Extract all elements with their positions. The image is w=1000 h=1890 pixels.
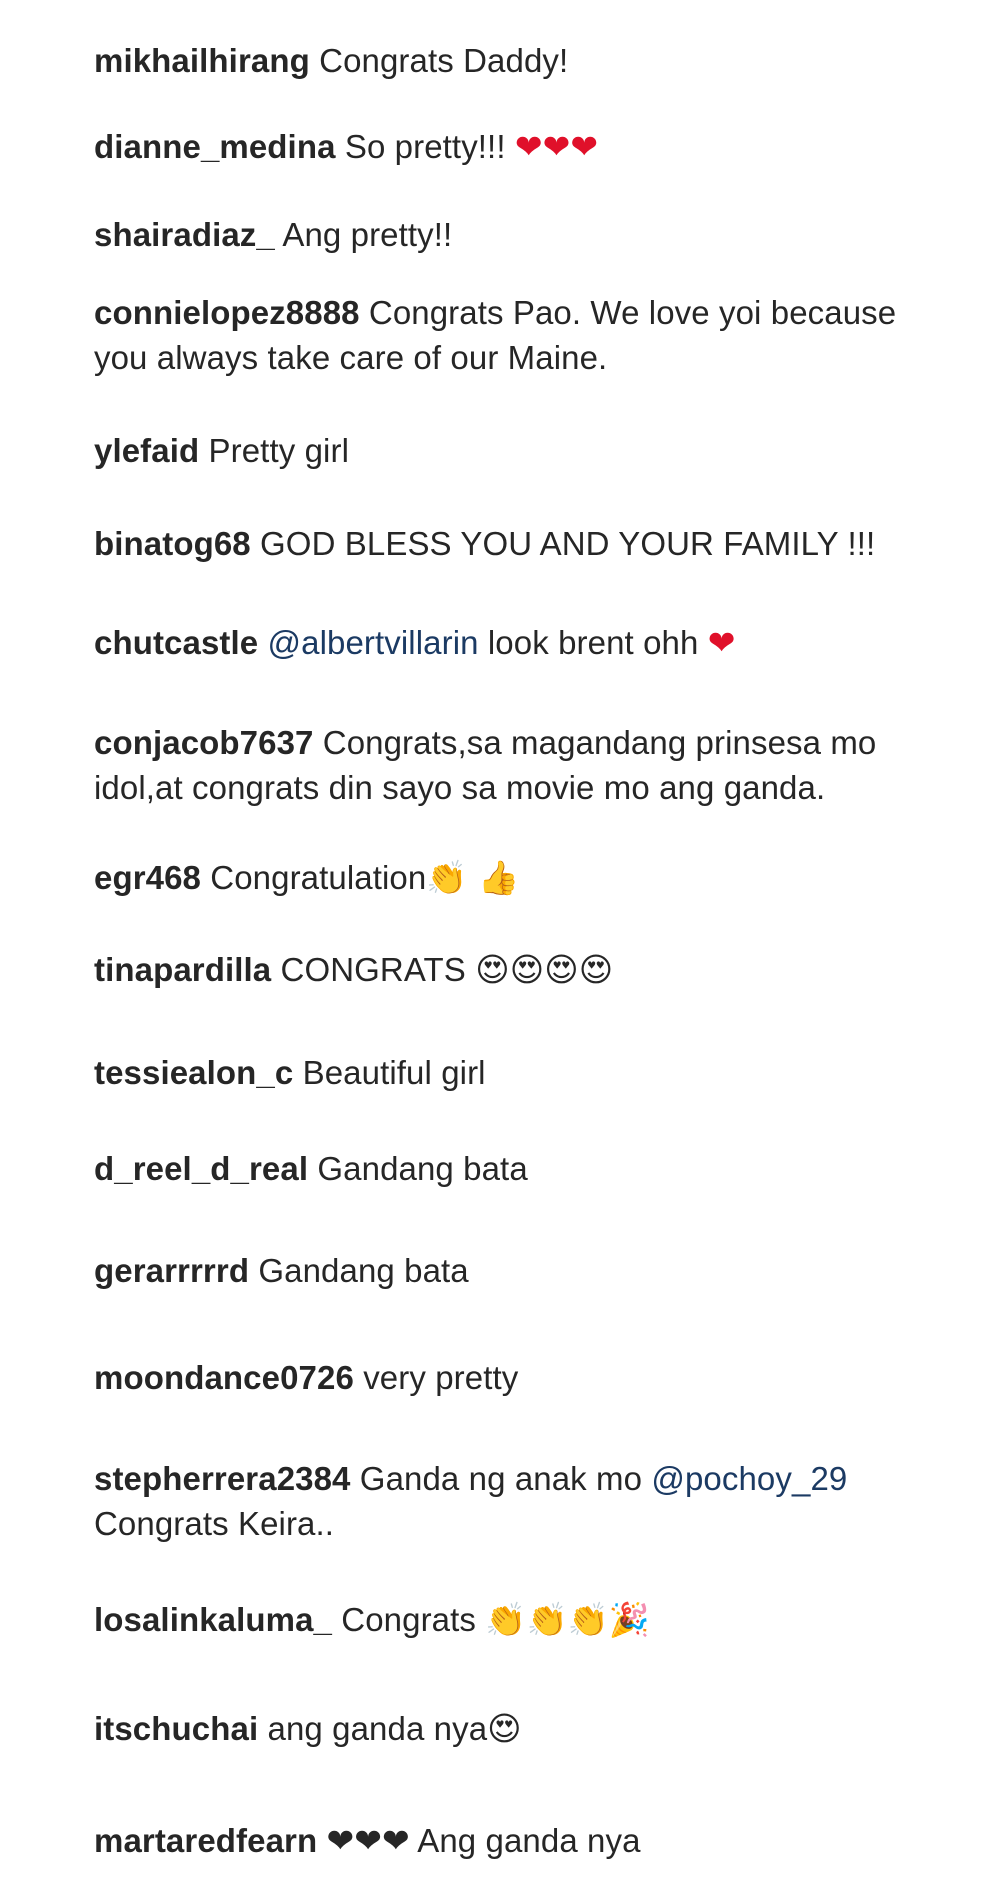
comment-username[interactable]: itschuchai (94, 1710, 258, 1747)
comment-text: Pretty girl (208, 432, 349, 469)
comment: shairadiaz_ Ang pretty!! (94, 212, 954, 257)
comment-username[interactable]: tessiealon_c (94, 1054, 293, 1091)
comment-username[interactable]: losalinkaluma_ (94, 1601, 332, 1638)
comment-text: So pretty!!! (344, 128, 506, 165)
clap-thumbs-up-emoji-icon: 👏 👍 (426, 858, 520, 897)
comment-text: Beautiful girl (302, 1054, 486, 1091)
comment-username[interactable]: binatog68 (94, 525, 251, 562)
comment-username[interactable]: connielopez8888 (94, 294, 360, 331)
comment-username[interactable]: conjacob7637 (94, 724, 313, 761)
comment-username[interactable]: egr468 (94, 859, 201, 896)
comment-text: CONGRATS (280, 951, 466, 988)
comment: egr468 Congratulation👏 👍 (94, 855, 954, 900)
comment-text: Gandang bata (317, 1150, 528, 1187)
comment-text: Congrats (341, 1601, 476, 1638)
mention-link[interactable]: @pochoy_29 (651, 1460, 847, 1497)
comment-username[interactable]: shairadiaz_ (94, 216, 275, 253)
comment: moondance0726 very pretty (94, 1355, 954, 1400)
comment-text: ang ganda nya (267, 1710, 488, 1747)
comment-text: Congratulation (210, 859, 427, 896)
comment-text: GOD BLESS YOU AND YOUR FAMILY !!! (260, 525, 876, 562)
comment-text: Ganda ng anak mo (359, 1460, 643, 1497)
comment: martaredfearn ❤❤❤ Ang ganda nya (94, 1818, 954, 1863)
comment: ylefaid Pretty girl (94, 428, 954, 473)
comment-username[interactable]: martaredfearn (94, 1822, 317, 1859)
clap-party-emoji-icon: 👏👏👏🎉 (485, 1600, 651, 1639)
heart-eyes-emoji-icon: 😍😍😍😍 (475, 950, 614, 989)
comment: tessiealon_c Beautiful girl (94, 1050, 954, 1095)
comment: d_reel_d_real Gandang bata (94, 1146, 954, 1191)
comment: stepherrera2384 Ganda ng anak mo @pochoy… (94, 1456, 954, 1546)
comments-list: mikhailhirang Congrats Daddy! dianne_med… (0, 0, 1000, 1890)
heart-emoji-icon: ❤ (707, 623, 736, 662)
comment: conjacob7637 Congrats,sa magandang prins… (94, 720, 954, 810)
comment: dianne_medina So pretty!!! ❤❤❤ (94, 124, 954, 169)
heart-eyes-emoji-icon: 😍 (487, 1709, 522, 1748)
comment-text-continued: Congrats Keira.. (94, 1505, 335, 1542)
comment: tinapardilla CONGRATS 😍😍😍😍 (94, 947, 954, 992)
comment-text: Congrats Daddy! (319, 42, 569, 79)
comment-text: Ang ganda nya (417, 1822, 641, 1859)
comment: itschuchai ang ganda nya😍 (94, 1706, 954, 1751)
comment: losalinkaluma_ Congrats 👏👏👏🎉 (94, 1597, 954, 1642)
heart-emoji-icon: ❤❤❤ (514, 127, 599, 166)
comment-username[interactable]: tinapardilla (94, 951, 271, 988)
mention-link[interactable]: @albertvillarin (268, 624, 479, 661)
comment: connielopez8888 Congrats Pao. We love yo… (94, 290, 954, 380)
comment-username[interactable]: chutcastle (94, 624, 258, 661)
black-heart-emoji-icon: ❤❤❤ (326, 1821, 410, 1860)
comment: gerarrrrrd Gandang bata (94, 1248, 954, 1293)
comment-username[interactable]: stepherrera2384 (94, 1460, 351, 1497)
comment-text: Gandang bata (258, 1252, 469, 1289)
comment-username[interactable]: ylefaid (94, 432, 199, 469)
comment-text: look brent ohh (487, 624, 699, 661)
comment-username[interactable]: dianne_medina (94, 128, 336, 165)
comment-username[interactable]: mikhailhirang (94, 42, 310, 79)
comment-text: very pretty (363, 1359, 519, 1396)
comment-username[interactable]: moondance0726 (94, 1359, 354, 1396)
comment: mikhailhirang Congrats Daddy! (94, 38, 954, 83)
comment: chutcastle @albertvillarin look brent oh… (94, 620, 954, 665)
comment: binatog68 GOD BLESS YOU AND YOUR FAMILY … (94, 521, 954, 566)
comment-username[interactable]: gerarrrrrd (94, 1252, 249, 1289)
comment-text: Ang pretty!! (282, 216, 453, 253)
comment-username[interactable]: d_reel_d_real (94, 1150, 308, 1187)
